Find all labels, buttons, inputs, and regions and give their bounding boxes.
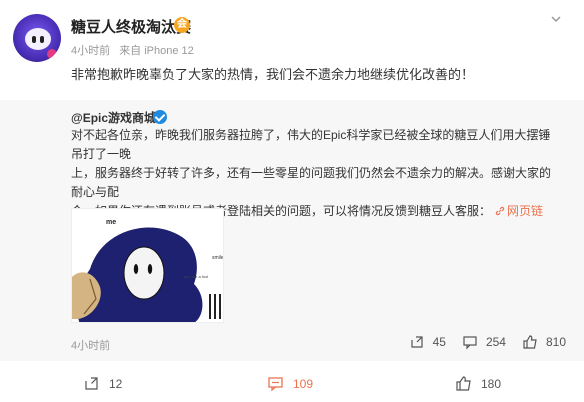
repost-count: 12: [109, 376, 123, 391]
svg-text:smile: smile: [212, 255, 224, 261]
like-button[interactable]: 180: [455, 375, 501, 392]
repost-comment-button[interactable]: 254: [462, 334, 506, 350]
verified-icon: [153, 110, 167, 124]
repost-time[interactable]: 4小时前: [71, 337, 110, 353]
weibo-post: 糖豆人终极淘汰赛 会 4小时前 来自 iPhone 12 非常抱歉昨晚辜负了大家…: [0, 0, 584, 402]
repost-icon: [410, 336, 423, 348]
repost-stats: 45 254 810: [409, 334, 566, 350]
like-icon: [523, 335, 537, 349]
username[interactable]: 糖豆人终极淘汰赛: [71, 16, 191, 37]
repost-icon: [85, 377, 98, 390]
repost-like-count: 810: [545, 335, 566, 349]
repost-button[interactable]: 12: [83, 375, 122, 392]
avatar-badge: [47, 49, 57, 59]
like-icon: [456, 376, 471, 391]
avatar-face: [25, 28, 51, 50]
link-icon: [495, 206, 505, 216]
repost-card[interactable]: @Epic游戏商城 对不起各位亲，昨晚我们服务器拉胯了，伟大的Epic科学家已经…: [0, 100, 584, 361]
like-count: 180: [481, 376, 502, 391]
repost-author[interactable]: @Epic游戏商城: [71, 109, 156, 126]
repost-text-line: 对不起各位亲，昨晚我们服务器拉胯了，伟大的Epic科学家已经被全球的糖豆人们用大…: [71, 128, 551, 161]
comment-button[interactable]: 109: [267, 375, 313, 392]
comment-icon: [463, 336, 477, 350]
post-time[interactable]: 4小时前: [71, 45, 110, 57]
vip-badge-icon[interactable]: 会: [174, 17, 190, 33]
avatar[interactable]: [13, 14, 61, 62]
repost-like-button[interactable]: 810: [522, 334, 566, 350]
comment-count: 109: [293, 376, 314, 391]
meme-label-small: you are a fool: [184, 274, 209, 279]
post-text: 非常抱歉昨晚辜负了大家的热情，我们会不遗余力地继续优化改善的！: [71, 67, 475, 82]
repost-repost-button[interactable]: 45: [409, 334, 446, 350]
meme-image[interactable]: smile me you are a fool: [71, 208, 224, 323]
repost-comment-count: 254: [485, 335, 506, 349]
repost-repost-count: 45: [432, 335, 446, 349]
post-meta: 4小时前 来自 iPhone 12: [71, 42, 200, 58]
chevron-down-icon[interactable]: [549, 12, 563, 26]
post-source: 来自 iPhone 12: [119, 45, 194, 57]
comment-icon: [268, 377, 283, 392]
action-toolbar: 12 109 180: [0, 361, 584, 402]
meme-label-me: me: [106, 219, 117, 226]
repost-text-line: 上，服务器终于好转了许多，还有一些零星的问题我们仍然会不遗余力的解决。感谢大家的…: [71, 166, 552, 199]
